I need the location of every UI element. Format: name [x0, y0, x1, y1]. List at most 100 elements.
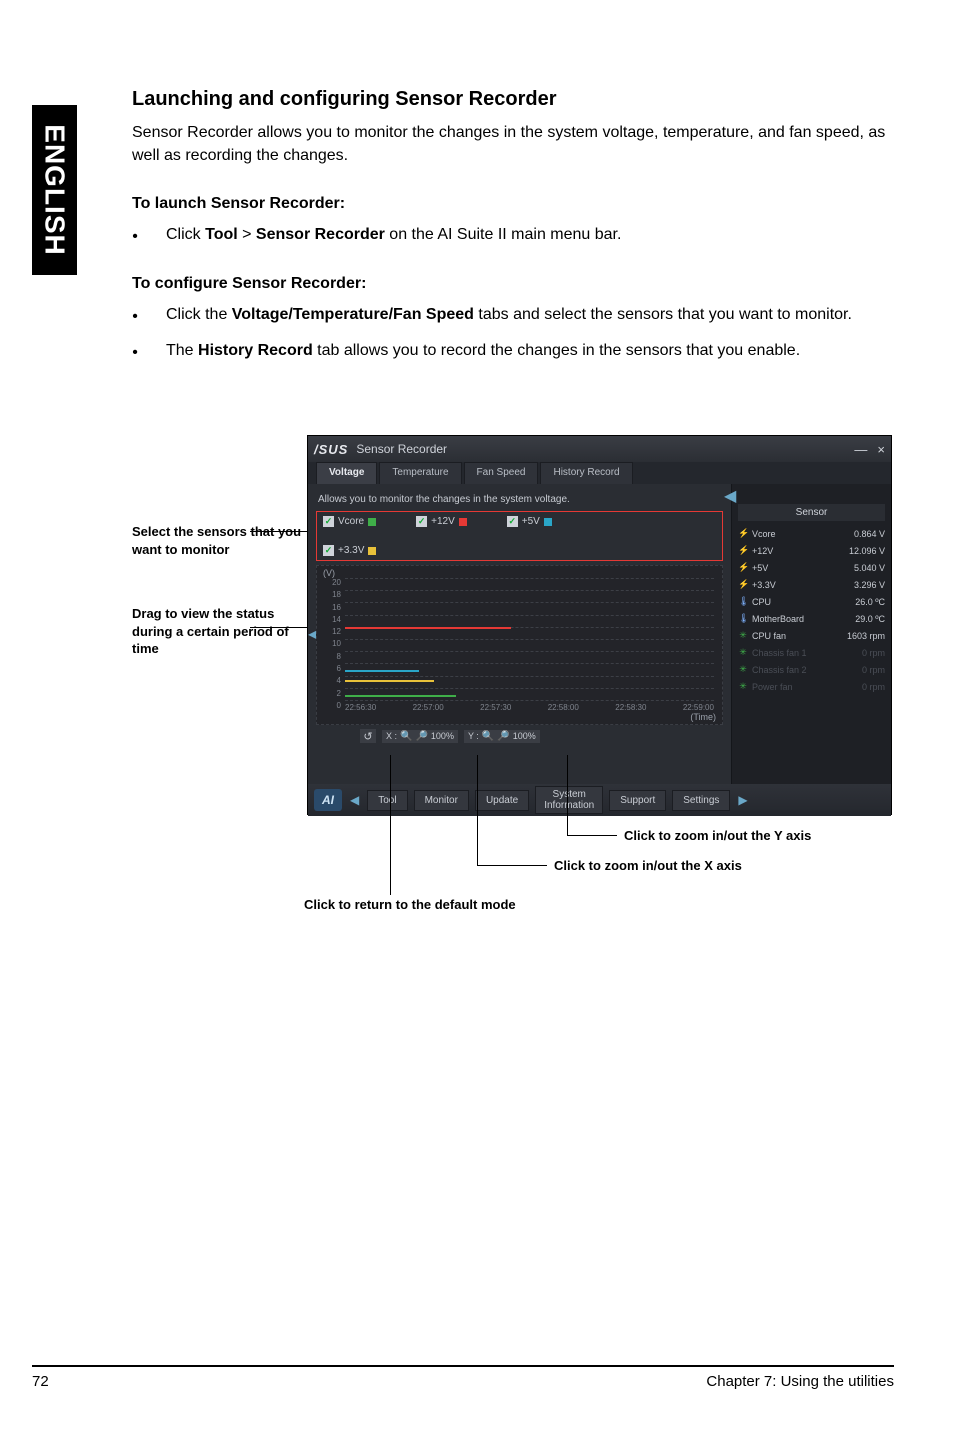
configure-heading: To configure Sensor Recorder:	[132, 275, 892, 293]
sensor-row: ✳Chassis fan 20 rpm	[738, 661, 885, 678]
chart-y-ticks: 20181614121086420	[321, 578, 341, 710]
sensor-name: Chassis fan 2	[752, 665, 807, 675]
sensor-value: 1603 rpm	[847, 631, 885, 641]
sensor-row: ✳ Chassis fan 1 0 rpm	[738, 644, 885, 661]
tabs-bar: Voltage Temperature Fan Speed History Re…	[308, 462, 891, 484]
bottombar-support[interactable]: Support	[609, 790, 666, 811]
sensor-row: ⚡Vcore0.864 V	[738, 525, 885, 542]
checkbox-3v3[interactable]: ✓+3.3V	[323, 545, 716, 556]
sensor-value: 26.0 ºC	[855, 597, 885, 607]
sensor-name: CPU	[752, 597, 771, 607]
sensor-value: 0 rpm	[862, 682, 885, 692]
volt-icon: ⚡	[738, 545, 748, 556]
series-12v	[345, 627, 511, 629]
checkbox-5v[interactable]: ✓+5V	[507, 516, 552, 527]
configure-bullet-2: • The History Record tab allows you to r…	[132, 339, 892, 365]
zoom-y-control[interactable]: Y :🔍🔎100%	[464, 730, 540, 743]
lead-paragraph: Sensor Recorder allows you to monitor th…	[132, 121, 892, 167]
sensor-name: +12V	[752, 546, 773, 556]
zoom-out-icon[interactable]: 🔎	[497, 731, 509, 742]
sensor-value: 0 rpm	[862, 648, 885, 658]
bottombar-settings[interactable]: Settings	[672, 790, 730, 811]
window-title: Sensor Recorder	[356, 442, 447, 456]
launch-bullet-text: Click Tool > Sensor Recorder on the AI S…	[166, 223, 621, 249]
zoom-in-icon[interactable]: 🔍	[400, 731, 412, 742]
ai-suite-badge[interactable]: AI	[314, 789, 342, 811]
bottombar-tool[interactable]: Tool	[367, 790, 407, 811]
sensor-value: 0 rpm	[862, 665, 885, 675]
volt-icon: ⚡	[738, 528, 748, 539]
chart-x-ticks: 22:56:3022:57:0022:57:3022:58:0022:58:30…	[345, 703, 714, 712]
tab-temperature[interactable]: Temperature	[379, 462, 461, 484]
fan-icon: ✳	[738, 681, 748, 692]
sensor-value: 12.096 V	[849, 546, 885, 556]
page-number: 72	[32, 1373, 49, 1390]
chapter-label: Chapter 7: Using the utilities	[706, 1373, 894, 1390]
volt-icon: ⚡	[738, 562, 748, 573]
sensor-row: 🌡 MotherBoard 29.0 ºC	[738, 610, 885, 627]
sensor-value: 29.0 ºC	[855, 614, 885, 624]
close-button[interactable]: ×	[877, 442, 885, 457]
swatch-icon	[459, 518, 467, 526]
configure-bullet-2-text: The History Record tab allows you to rec…	[166, 339, 800, 365]
sensor-name: Chassis fan 1	[752, 648, 807, 658]
checkbox-12v[interactable]: ✓+12V	[416, 516, 467, 527]
zoom-toolbar: ↺ X :🔍🔎100% Y :🔍🔎100%	[316, 725, 723, 743]
configure-bullet-1-text: Click the Voltage/Temperature/Fan Speed …	[166, 303, 852, 329]
series-vcore	[345, 695, 456, 697]
zoom-in-icon[interactable]: 🔍	[482, 731, 494, 742]
annotation-select-sensors: Select the sensors that you want to moni…	[132, 523, 302, 558]
tab-voltage[interactable]: Voltage	[316, 462, 377, 484]
bullet-dot: •	[132, 339, 138, 365]
chart-plot-area	[345, 578, 714, 700]
launch-heading: To launch Sensor Recorder:	[132, 195, 892, 213]
sensor-recorder-window: /SUS Sensor Recorder — × Voltage Tempera…	[307, 435, 892, 815]
bottombar-prev[interactable]: ◀	[348, 793, 361, 807]
bottombar-next[interactable]: ▶	[736, 793, 749, 807]
callout-line	[567, 835, 617, 836]
sensor-row: ⚡+3.3V3.296 V	[738, 576, 885, 593]
series-5v	[345, 670, 419, 672]
sensor-name: +5V	[752, 563, 768, 573]
sidebar-title: Sensor	[738, 504, 885, 521]
sensor-value: 0.864 V	[854, 529, 885, 539]
voltage-chart[interactable]: (V) (Time) 20181614121086420	[316, 565, 723, 725]
temp-icon: 🌡	[738, 613, 748, 624]
page-footer: 72 Chapter 7: Using the utilities	[32, 1365, 894, 1390]
zoom-reset-button[interactable]: ↺	[360, 729, 376, 743]
fan-icon: ✳	[738, 647, 748, 658]
bottombar-update[interactable]: Update	[475, 790, 529, 811]
swatch-icon	[544, 518, 552, 526]
series-3v3	[345, 680, 434, 682]
fan-icon: ✳	[738, 630, 748, 641]
language-tab-label: ENGLISH	[39, 124, 71, 255]
section-title: Launching and configuring Sensor Recorde…	[132, 88, 892, 111]
volt-icon: ⚡	[738, 579, 748, 590]
title-bar: /SUS Sensor Recorder — ×	[308, 436, 891, 462]
launch-bullet: • Click Tool > Sensor Recorder on the AI…	[132, 223, 892, 249]
callout-line	[477, 755, 478, 865]
sensor-checkbox-group: ✓Vcore ✓+12V ✓+5V ✓+3.3V	[316, 511, 723, 561]
zoom-out-icon[interactable]: 🔎	[415, 731, 427, 742]
bottombar-system-info[interactable]: System Information	[535, 786, 603, 814]
temp-icon: 🌡	[738, 596, 748, 607]
sensor-value: 3.296 V	[854, 580, 885, 590]
language-tab: ENGLISH	[32, 105, 77, 275]
swatch-icon	[368, 518, 376, 526]
sensor-row: 🌡 CPU 26.0 ºC	[738, 593, 885, 610]
brand-logo: /SUS	[314, 442, 348, 457]
callout-line	[567, 755, 568, 835]
callout-line	[390, 755, 391, 895]
zoom-x-control[interactable]: X :🔍🔎100%	[382, 730, 458, 743]
sensor-name: MotherBoard	[752, 614, 804, 624]
callout-y-axis: Click to zoom in/out the Y axis	[624, 828, 811, 843]
tab-fan-speed[interactable]: Fan Speed	[464, 462, 539, 484]
chart-x-label: (Time)	[690, 712, 716, 722]
bullet-dot: •	[132, 303, 138, 329]
swatch-icon	[368, 547, 376, 555]
bottombar-monitor[interactable]: Monitor	[414, 790, 469, 811]
checkbox-vcore[interactable]: ✓Vcore	[323, 516, 376, 527]
tab-history-record[interactable]: History Record	[540, 462, 632, 484]
chart-y-label: (V)	[323, 568, 335, 578]
minimize-button[interactable]: —	[854, 442, 867, 457]
